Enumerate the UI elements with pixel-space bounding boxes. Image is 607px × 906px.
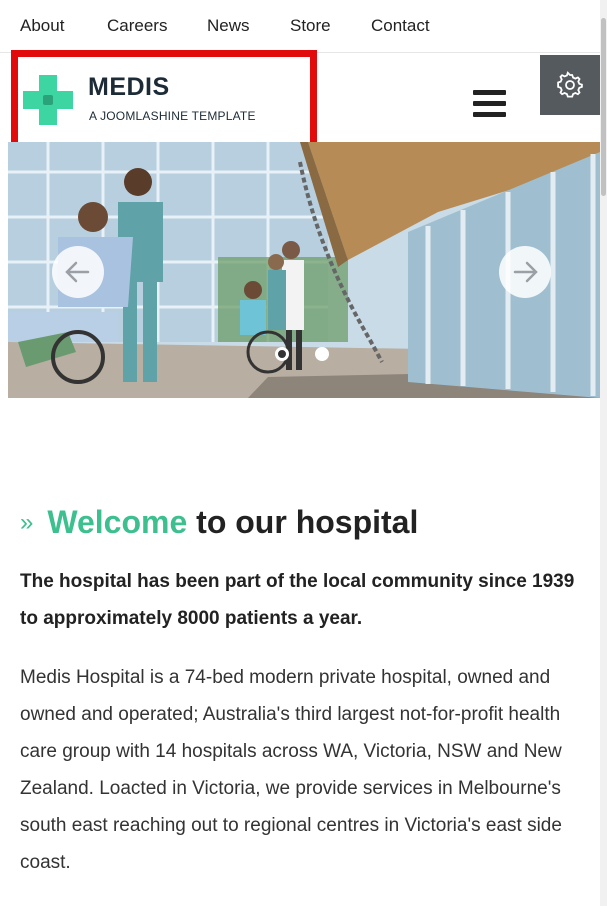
heading-rest: to our hospital	[196, 504, 419, 540]
section-heading: » Welcome to our hospital	[20, 504, 418, 541]
body-paragraph: Medis Hospital is a 74-bed modern privat…	[20, 667, 562, 873]
scrollbar-thumb[interactable]	[601, 18, 606, 196]
slider-dot-2[interactable]	[315, 347, 329, 361]
nav-link-about[interactable]: About	[20, 16, 64, 36]
arrow-right-icon	[513, 261, 538, 283]
hero-slider[interactable]	[8, 142, 600, 398]
nav-link-contact[interactable]: Contact	[371, 16, 430, 36]
slider-prev-button[interactable]	[52, 246, 104, 298]
slider-next-button[interactable]	[499, 246, 551, 298]
gear-icon	[557, 71, 583, 98]
nav-link-store[interactable]: Store	[290, 16, 331, 36]
chevron-icon: »	[20, 509, 34, 536]
hamburger-icon[interactable]	[473, 90, 506, 118]
heading-accent: Welcome	[47, 504, 188, 540]
slider-dot-1[interactable]	[275, 347, 289, 361]
lead-paragraph: The hospital has been part of the local …	[20, 571, 575, 629]
nav-link-news[interactable]: News	[207, 16, 250, 36]
settings-button[interactable]	[540, 55, 600, 115]
nav-link-careers[interactable]: Careers	[107, 16, 167, 36]
arrow-left-icon	[65, 261, 90, 283]
page-scrollbar[interactable]	[600, 0, 607, 906]
top-navigation: About Careers News Store Contact	[0, 0, 600, 53]
logo-highlight-box	[11, 50, 317, 150]
